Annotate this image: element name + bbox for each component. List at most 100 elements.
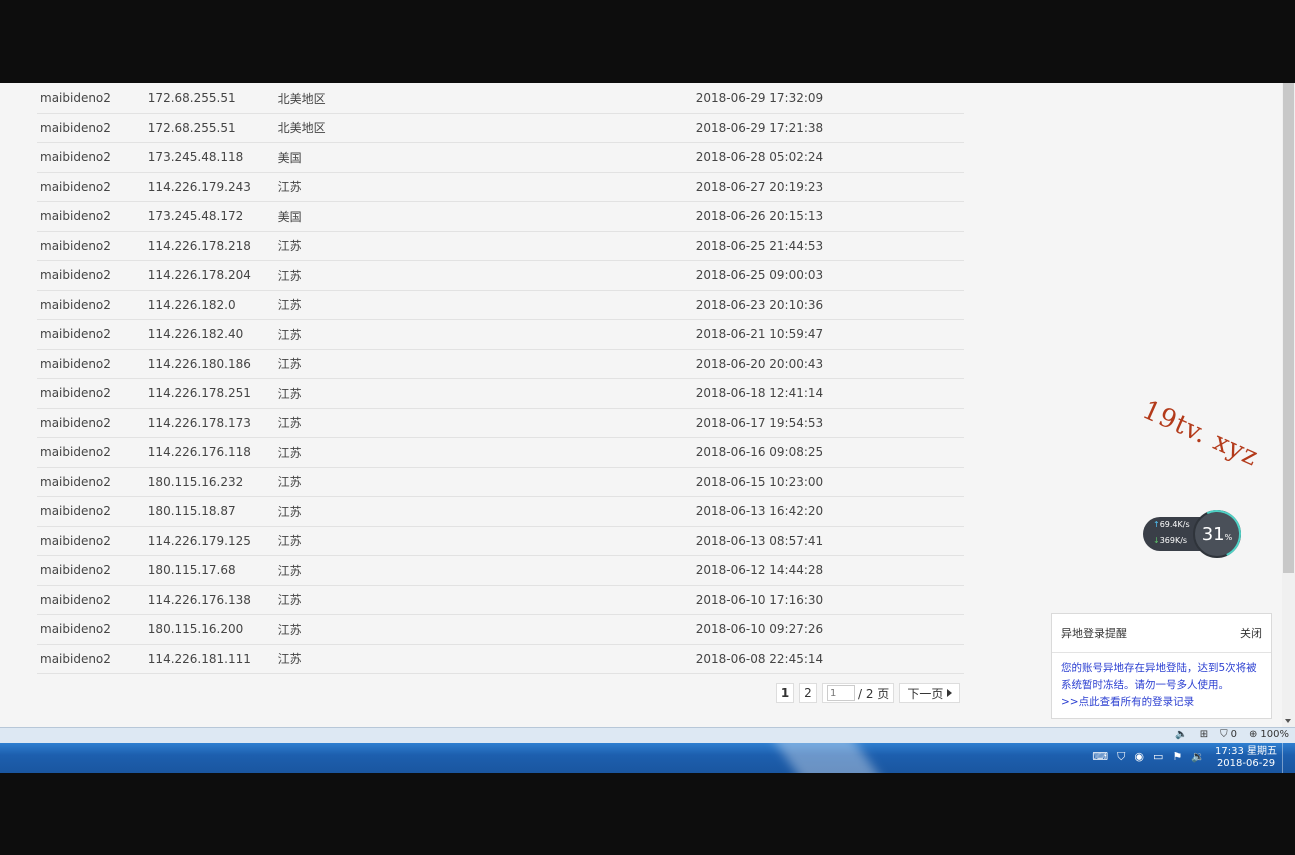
table-row: maibideno2 114.226.179.125 江苏 2018-06-13 08…	[37, 526, 964, 556]
cell-ip: 114.226.182.0	[147, 290, 278, 320]
cell-login-time: 2018-06-25 21:44:53	[695, 231, 964, 261]
table-row: maibideno2 180.115.17.68 江苏 2018-06-12 14:4…	[37, 555, 964, 586]
caret-right-icon	[947, 689, 953, 697]
alert-body: 您的账号异地存在异地登陆，达到5次将被系统暂时冻结。请勿一号多人使用。 >>点此…	[1052, 653, 1271, 718]
table-row: maibideno2 114.226.178.218 江苏 2018-06-25 21…	[37, 231, 964, 261]
cell-ip: 114.226.178.218	[147, 231, 278, 261]
table-row: maibideno2 173.245.48.118 美国 2018-06-28 05:…	[37, 142, 964, 173]
cell-username: maibideno2	[37, 614, 148, 645]
login-records-body: maibideno2 172.68.255.51 北美地区 2018-06-29 17…	[37, 84, 964, 674]
cell-ip: 180.115.18.87	[147, 496, 278, 527]
cell-location: 江苏	[277, 319, 696, 350]
cell-username: maibideno2	[37, 349, 148, 379]
zoom-icon: ⊕	[1249, 729, 1258, 740]
page-1-button[interactable]: 1	[776, 683, 794, 703]
table-row: maibideno2 114.226.178.204 江苏 2018-06-25 09…	[37, 260, 964, 291]
next-page-label: 下一页	[907, 686, 944, 701]
alert-message: 您的账号异地存在异地登陆，达到5次将被系统暂时冻结。请勿一号多人使用。	[1061, 662, 1257, 691]
network-icon[interactable]: ▭	[1153, 750, 1163, 764]
browser-statusbar: 🔈 ⊞ ⛉ 0 ⊕ 100%	[0, 727, 1295, 743]
table-row: maibideno2 114.226.182.40 江苏 2018-06-21 10:…	[37, 319, 964, 350]
cell-username: maibideno2	[37, 496, 148, 527]
alert-header: 异地登录提醒 关闭	[1052, 614, 1271, 653]
taskbar-clock[interactable]: 17:33 星期五 2018-06-29	[1215, 746, 1277, 770]
cell-login-time: 2018-06-17 19:54:53	[695, 408, 964, 438]
table-row: maibideno2 114.226.180.186 江苏 2018-06-20 20…	[37, 349, 964, 379]
cell-location: 美国	[277, 142, 696, 173]
show-desktop-button[interactable]	[1282, 743, 1295, 773]
page-jump: / 2 页	[822, 683, 895, 703]
cell-ip: 114.226.182.40	[147, 319, 278, 350]
alert-close-button[interactable]: 关闭	[1240, 625, 1262, 641]
cell-username: maibideno2	[37, 526, 148, 556]
cell-location: 江苏	[277, 260, 696, 291]
keyboard-icon[interactable]: ⌨	[1092, 750, 1108, 764]
table-row: maibideno2 114.226.176.138 江苏 2018-06-10 17…	[37, 585, 964, 615]
cell-ip: 114.226.178.251	[147, 378, 278, 409]
page-scrollbar[interactable]	[1282, 83, 1295, 727]
windows-taskbar: ⌨ ⛉ ◉ ▭ ⚑ 🔉 17:33 星期五 2018-06-29	[0, 743, 1295, 773]
table-row: maibideno2 114.226.179.243 江苏 2018-06-27 20…	[37, 172, 964, 202]
next-page-button[interactable]: 下一页	[899, 683, 961, 703]
cell-username: maibideno2	[37, 408, 148, 438]
cell-ip: 114.226.179.243	[147, 172, 278, 202]
action-center-flag-icon[interactable]: ⚑	[1172, 750, 1182, 764]
alert-title: 异地登录提醒	[1061, 627, 1127, 640]
upload-arrow-icon: ↑	[1153, 520, 1160, 529]
ad-block-counter[interactable]: ⛉ 0	[1220, 729, 1237, 740]
cell-username: maibideno2	[37, 290, 148, 320]
cell-username: maibideno2	[37, 644, 148, 674]
cell-login-time: 2018-06-18 12:41:14	[695, 378, 964, 409]
cell-username: maibideno2	[37, 260, 148, 291]
scroll-down-icon[interactable]	[1285, 719, 1291, 723]
cell-username: maibideno2	[37, 113, 148, 143]
clock-date: 2018-06-29	[1216, 758, 1276, 769]
cell-ip: 114.226.181.111	[147, 644, 278, 674]
cell-location: 江苏	[277, 172, 696, 202]
network-speed-widget[interactable]: ↑69.4K/s ↓369K/s 31%	[1143, 503, 1248, 565]
cell-username: maibideno2	[37, 585, 148, 615]
clock-time: 17:33 星期五	[1215, 746, 1277, 757]
table-row: maibideno2 114.226.182.0 江苏 2018-06-23 20:1…	[37, 290, 964, 320]
cell-location: 江苏	[277, 467, 696, 497]
cell-ip: 173.245.48.118	[147, 142, 278, 173]
cell-location: 北美地区	[277, 84, 696, 114]
table-row: maibideno2 180.115.16.200 江苏 2018-06-10 09:…	[37, 614, 964, 645]
table-row: maibideno2 114.226.181.111 江苏 2018-06-08 22…	[37, 644, 964, 674]
cell-location: 江苏	[277, 378, 696, 409]
download-tray-icon[interactable]: ⊞	[1200, 729, 1208, 740]
cell-login-time: 2018-06-29 17:21:38	[695, 113, 964, 143]
cell-ip: 180.115.16.232	[147, 467, 278, 497]
cell-location: 江苏	[277, 408, 696, 438]
cell-username: maibideno2	[37, 467, 148, 497]
cell-location: 江苏	[277, 496, 696, 527]
cell-location: 江苏	[277, 231, 696, 261]
cell-login-time: 2018-06-15 10:23:00	[695, 467, 964, 497]
cell-username: maibideno2	[37, 142, 148, 173]
view-all-logins-link[interactable]: >>点此查看所有的登录记录	[1061, 694, 1262, 711]
cell-ip: 114.226.176.118	[147, 437, 278, 468]
cell-login-time: 2018-06-23 20:10:36	[695, 290, 964, 320]
cell-ip: 114.226.178.204	[147, 260, 278, 291]
page-number-input[interactable]	[827, 685, 855, 701]
page-2-button[interactable]: 2	[799, 683, 817, 703]
security-shield-icon[interactable]: ⛉	[1117, 750, 1125, 764]
cell-login-time: 2018-06-12 14:44:28	[695, 555, 964, 586]
cell-location: 江苏	[277, 614, 696, 645]
cell-login-time: 2018-06-29 17:32:09	[695, 84, 964, 114]
cell-username: maibideno2	[37, 555, 148, 586]
cell-login-time: 2018-06-10 17:16:30	[695, 585, 964, 615]
scrollbar-thumb[interactable]	[1283, 83, 1294, 573]
remote-login-alert: 异地登录提醒 关闭 您的账号异地存在异地登陆，达到5次将被系统暂时冻结。请勿一号…	[1051, 613, 1272, 719]
volume-icon[interactable]: 🔉	[1191, 750, 1205, 764]
download-rate: ↓369K/s	[1153, 536, 1188, 545]
qq-icon[interactable]: ◉	[1134, 750, 1144, 764]
cell-username: maibideno2	[37, 84, 148, 114]
page-total-label: / 2 页	[858, 686, 890, 701]
cell-username: maibideno2	[37, 231, 148, 261]
cell-ip: 114.226.176.138	[147, 585, 278, 615]
pagination: 1 2 / 2 页 下一页	[776, 682, 961, 704]
zoom-control[interactable]: ⊕ 100%	[1249, 729, 1289, 740]
sound-icon[interactable]: 🔈	[1175, 729, 1187, 740]
table-row: maibideno2 180.115.18.87 江苏 2018-06-13 16:4…	[37, 496, 964, 527]
